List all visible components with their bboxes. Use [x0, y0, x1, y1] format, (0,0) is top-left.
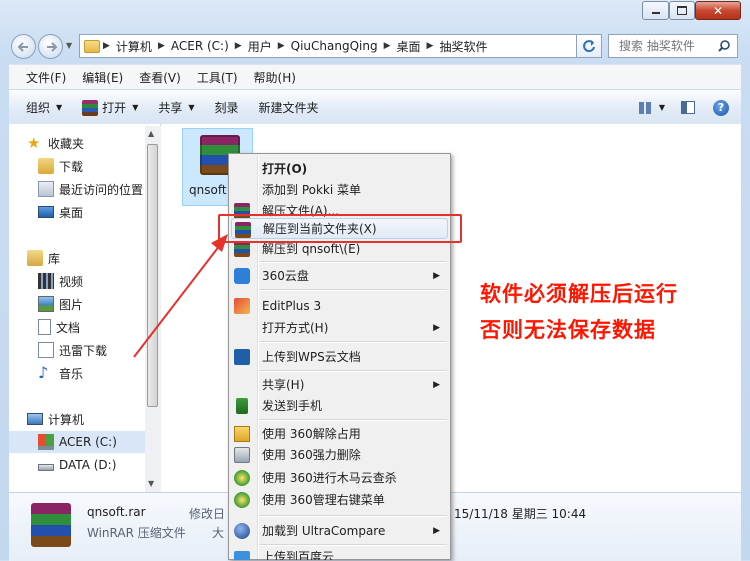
winrar-icon — [234, 241, 250, 257]
ctx-wps-upload-label: 上传到WPS云文档 — [262, 350, 361, 364]
submenu-arrow-icon: ▶ — [433, 525, 440, 536]
ctx-open-with-label: 打开方式(H) — [262, 321, 329, 335]
editplus-icon — [234, 298, 250, 314]
ctx-360-force-delete[interactable]: 使用 360强力删除 — [231, 444, 448, 465]
ultracompare-icon — [234, 523, 250, 539]
ctx-wps-upload[interactable]: 上传到WPS云文档 — [231, 346, 448, 367]
ctx-share-label: 共享(H) — [262, 378, 305, 392]
submenu-arrow-icon: ▶ — [433, 270, 440, 281]
ctx-editplus-label: EditPlus 3 — [262, 298, 322, 313]
ctx-baidu-upload-label: 上传到百度云 — [262, 550, 335, 560]
ctx-ultracompare[interactable]: 加载到 UltraCompare ▶ — [231, 520, 448, 541]
ctx-menu-mgr-label: 使用 360管理右键菜单 — [262, 493, 385, 507]
cloud360-icon — [234, 268, 250, 284]
ctx-open[interactable]: 打开(O) — [231, 158, 448, 179]
ctx-360-cloud[interactable]: 360云盘 ▶ — [231, 265, 448, 286]
explorer-window: ✕ ▼ ▶ 计算机 ▶ ACER (C:) ▶ 用户 ▶ QiuChangQin… — [0, 0, 750, 561]
ctx-add-pokki-label: 添加到 Pokki 菜单 — [262, 183, 362, 197]
ctx-360-cloud-label: 360云盘 — [262, 269, 309, 283]
ctx-share[interactable]: 共享(H) ▶ — [231, 374, 448, 395]
unlock-icon — [234, 426, 250, 442]
highlight-box — [218, 214, 462, 243]
ctx-ultracompare-label: 加载到 UltraCompare — [262, 524, 386, 538]
ctx-send-to-phone[interactable]: 发送到手机 — [231, 395, 448, 416]
shredder-icon — [234, 447, 250, 463]
ctx-360-unlock[interactable]: 使用 360解除占用 — [231, 423, 448, 444]
ctx-editplus[interactable]: EditPlus 3 — [231, 295, 448, 316]
ctx-open-label: 打开(O) — [262, 162, 308, 176]
ctx-force-delete-label: 使用 360强力删除 — [262, 448, 361, 462]
baidu-cloud-icon — [234, 551, 250, 560]
ctx-baidu-upload[interactable]: 上传到百度云 — [231, 548, 448, 560]
ctx-360-unlock-label: 使用 360解除占用 — [262, 427, 361, 441]
submenu-arrow-icon: ▶ — [433, 322, 440, 333]
wps-cloud-icon — [234, 349, 250, 365]
ctx-360-menu-manager[interactable]: 使用 360管理右键菜单 — [231, 489, 448, 510]
ctx-open-with[interactable]: 打开方式(H) ▶ — [231, 317, 448, 338]
phone-icon — [236, 398, 248, 414]
submenu-arrow-icon: ▶ — [433, 379, 440, 390]
ctx-360-trojan-scan[interactable]: 使用 360进行木马云查杀 — [231, 467, 448, 488]
360-shield-icon — [234, 470, 250, 486]
360-shield-icon — [234, 492, 250, 508]
ctx-trojan-scan-label: 使用 360进行木马云查杀 — [262, 471, 397, 485]
ctx-add-pokki[interactable]: 添加到 Pokki 菜单 — [231, 179, 448, 200]
ctx-send-phone-label: 发送到手机 — [262, 399, 323, 413]
